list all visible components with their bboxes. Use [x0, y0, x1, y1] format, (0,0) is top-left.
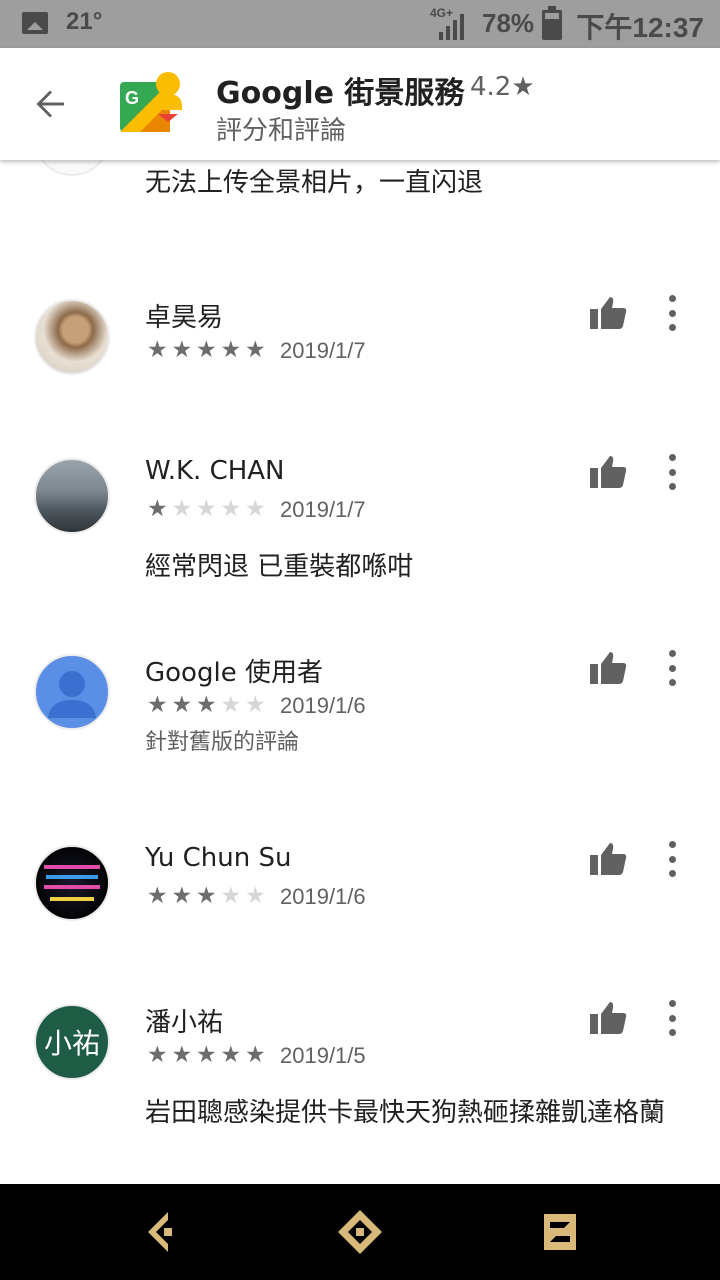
star-icon: ★ [195, 883, 217, 909]
clock: 下午12:37 [576, 12, 704, 43]
star-icon: ★ [244, 496, 266, 522]
thumbs-up-icon[interactable] [588, 841, 628, 877]
star-icon: ★ [171, 1042, 193, 1068]
avatar-initials: 小祐 [43, 1027, 100, 1060]
more-vertical-icon[interactable] [662, 293, 682, 333]
thumbs-up-icon[interactable] [588, 1000, 628, 1036]
avatar [34, 299, 110, 375]
recents-nav-icon[interactable] [534, 1206, 586, 1258]
star-icon: ★ [195, 1042, 217, 1068]
temperature-text: 21° [66, 8, 103, 35]
thumbs-up-icon[interactable] [588, 295, 628, 331]
star-icon: ★ [195, 496, 217, 522]
back-nav-icon[interactable] [134, 1206, 186, 1258]
star-icon: ★ [171, 337, 193, 363]
arrow-left-icon[interactable] [30, 84, 70, 124]
star-icon: ★ [146, 1042, 168, 1068]
reviewer-name: 潘小祐 [145, 1008, 224, 1038]
avatar [34, 160, 110, 176]
reviews-list[interactable]: 无法上传全景相片，一直闪退 卓昊易 ★ ★ ★ ★ ★ 2019/1/7 W.K. CH… [0, 160, 720, 1184]
avatar: 小祐 [34, 1004, 110, 1080]
reviewer-name: Yu Chun Su [145, 843, 292, 873]
review-version-note: 針對舊版的評論 [145, 730, 300, 755]
app-rating: 4.2★ [470, 72, 535, 102]
review-date: 2019/1/6 [280, 884, 366, 909]
avatar [34, 845, 110, 921]
avatar-image [44, 865, 100, 901]
review-text: 經常閃退 已重裝都喺咁 [145, 552, 414, 582]
star-rating: ★ ★ ★ ★ ★ [145, 694, 268, 717]
more-vertical-icon[interactable] [662, 998, 682, 1038]
star-icon: ★ [146, 692, 168, 718]
review-date: 2019/1/7 [280, 497, 366, 522]
more-vertical-icon[interactable] [662, 648, 682, 688]
star-icon: ★ [220, 883, 242, 909]
star-icon: ★ [244, 337, 266, 363]
street-view-logo: G [120, 72, 182, 132]
status-bar: 21° 4G+ 78% 下午12:37 [0, 0, 720, 48]
battery-percent: 78% [482, 8, 535, 38]
review-date: 2019/1/6 [280, 693, 366, 718]
star-icon: ★ [195, 692, 217, 718]
star-icon: ★ [244, 1042, 266, 1068]
review-date: 2019/1/5 [280, 1043, 366, 1068]
star-icon: ★ [220, 496, 242, 522]
page-subtitle: 評分和評論 [216, 116, 347, 146]
star-icon: ★ [244, 692, 266, 718]
reviewer-name: 卓昊易 [145, 303, 224, 333]
reviewer-name: Google 使用者 [145, 658, 323, 688]
more-vertical-icon[interactable] [662, 452, 682, 492]
star-rating: ★ ★ ★ ★ ★ [145, 498, 268, 521]
thumbs-up-icon[interactable] [588, 650, 628, 686]
star-icon: ★ [171, 496, 193, 522]
battery-icon [542, 6, 562, 40]
star-icon: ★ [146, 496, 168, 522]
star-rating: ★ ★ ★ ★ ★ [145, 885, 268, 908]
thumbs-up-icon[interactable] [588, 454, 628, 490]
image-notification-icon [22, 12, 48, 34]
app-header: G Google 街景服務 4.2★ 評分和評論 [0, 48, 720, 160]
reviewer-name: W.K. CHAN [145, 456, 285, 486]
star-icon: ★ [171, 883, 193, 909]
home-nav-icon[interactable] [334, 1206, 386, 1258]
signal-icon [439, 14, 464, 40]
avatar [34, 654, 110, 730]
svg-text:G: G [125, 88, 139, 108]
review-date: 2019/1/7 [280, 338, 366, 363]
person-icon [48, 671, 96, 718]
app-title: Google 街景服務 [216, 76, 465, 111]
star-icon: ★ [146, 337, 168, 363]
review-text: 岩田聰感染提供卡最快天狗熱砸揉雜凱達格蘭 [145, 1098, 666, 1128]
more-vertical-icon[interactable] [662, 839, 682, 879]
avatar [34, 458, 110, 534]
star-icon: ★ [244, 883, 266, 909]
star-icon: ★ [171, 692, 193, 718]
star-icon: ★ [220, 692, 242, 718]
star-rating: ★ ★ ★ ★ ★ [145, 1044, 268, 1067]
star-rating: ★ ★ ★ ★ ★ [145, 339, 268, 362]
review-text: 无法上传全景相片，一直闪退 [145, 168, 484, 198]
star-icon: ★ [220, 337, 242, 363]
star-icon: ★ [146, 883, 168, 909]
navigation-bar [0, 1184, 720, 1280]
star-icon: ★ [220, 1042, 242, 1068]
star-icon: ★ [195, 337, 217, 363]
